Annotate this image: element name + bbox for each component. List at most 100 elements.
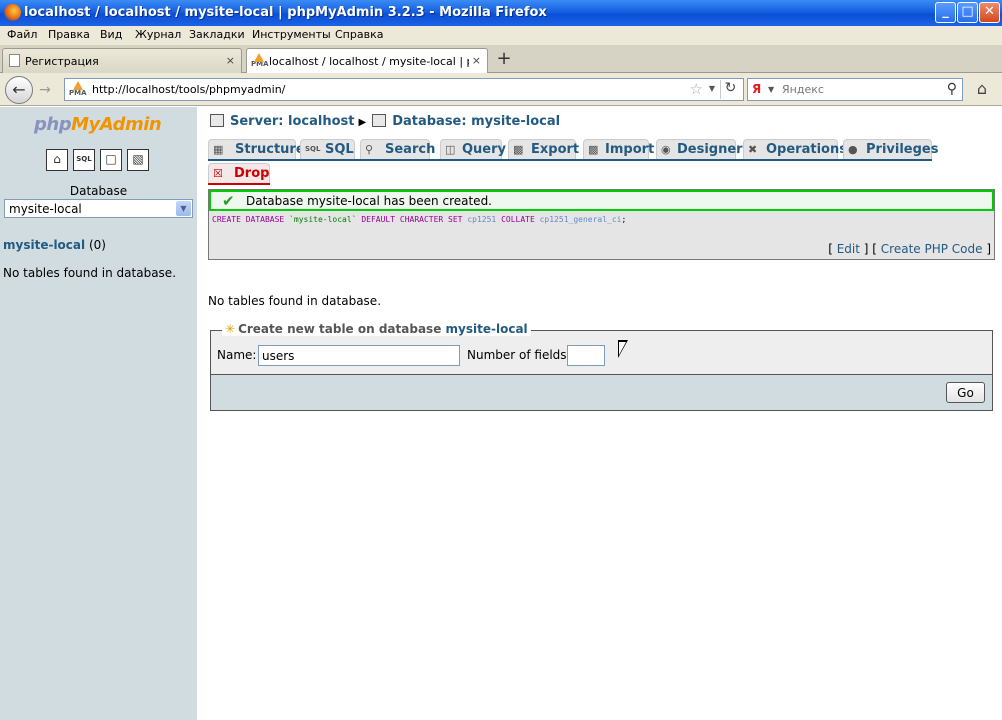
browser-tab-phpmyadmin[interactable]: PMA localhost / localhost / mysite-local… bbox=[246, 48, 488, 74]
tab-designer[interactable]: ◉ Designer bbox=[656, 139, 743, 160]
drop-icon: ☒ bbox=[213, 167, 223, 180]
no-tables-text: No tables found in database. bbox=[208, 294, 382, 308]
query-window-icon[interactable]: □ bbox=[100, 149, 122, 171]
tab-operations[interactable]: ✖ Operations bbox=[743, 139, 847, 160]
create-table-legend: ✳ Create new table on database mysite-loc… bbox=[222, 322, 531, 336]
create-table-fieldset: Name: Number of fields: ✳Create new tabl… bbox=[210, 322, 993, 411]
menu-history[interactable]: Журнал bbox=[135, 28, 181, 41]
table-name-input[interactable] bbox=[258, 345, 460, 366]
privileges-icon: ● bbox=[848, 143, 858, 156]
drop-underline bbox=[208, 183, 270, 185]
checkmark-icon: ✔ bbox=[222, 192, 235, 210]
tab-close-icon[interactable]: × bbox=[472, 54, 481, 67]
success-text: Database mysite-local has been created. bbox=[246, 194, 492, 208]
tab-underline bbox=[208, 159, 932, 161]
back-button[interactable]: ← bbox=[5, 76, 33, 104]
menu-view[interactable]: Вид bbox=[100, 28, 122, 41]
create-php-code-link[interactable]: Create PHP Code bbox=[881, 242, 983, 256]
legend-database: mysite-local bbox=[445, 322, 528, 336]
docs-icon[interactable]: ▧ bbox=[127, 149, 149, 171]
new-tab-button[interactable]: + bbox=[490, 49, 518, 72]
database-link-row: mysite-local (0) bbox=[3, 238, 106, 252]
tab-query[interactable]: ◫ Query bbox=[440, 139, 506, 160]
query-actions: [ Edit ] [ Create PHP Code ] bbox=[828, 242, 991, 256]
success-message: ✔ Database mysite-local has been created… bbox=[209, 190, 994, 211]
sql-tab-icon: SQL bbox=[305, 145, 321, 153]
main-frame: Server: localhost ▶ Database: mysite-local… bbox=[200, 107, 1002, 720]
home-button[interactable]: ⌂ bbox=[969, 78, 995, 101]
search-icon[interactable]: ⚲ bbox=[947, 81, 957, 97]
menu-edit[interactable]: Правка bbox=[48, 28, 90, 41]
create-table-footer: Go bbox=[211, 375, 992, 410]
breadcrumb-separator-icon: ▶ bbox=[358, 117, 367, 128]
structure-icon: ▦ bbox=[213, 143, 224, 156]
search-tab-icon: ⚲ bbox=[365, 143, 374, 156]
database-select[interactable]: mysite-local ▼ bbox=[4, 199, 193, 218]
tab-label: localhost / localhost / mysite-local | p… bbox=[269, 55, 469, 68]
breadcrumb: Server: localhost ▶ Database: mysite-local bbox=[210, 114, 560, 129]
menu-bar: Файл Правка Вид Журнал Закладки Инструме… bbox=[0, 26, 1002, 45]
create-table-body: Name: Number of fields: bbox=[211, 331, 992, 375]
import-icon: ▩ bbox=[588, 143, 599, 156]
window-title: localhost / localhost / mysite-local | p… bbox=[24, 5, 547, 20]
sql-icon[interactable]: SQL bbox=[73, 149, 95, 171]
operations-icon: ✖ bbox=[748, 143, 758, 156]
tab-close-icon[interactable]: × bbox=[226, 54, 235, 67]
close-window-button[interactable]: ✕ bbox=[979, 2, 1000, 23]
export-icon: ▩ bbox=[513, 143, 524, 156]
url-bar[interactable]: PMA http://localhost/tools/phpmyadmin/ ☆… bbox=[64, 78, 744, 101]
page-icon bbox=[9, 54, 20, 67]
pma-favicon-icon: PMA bbox=[251, 53, 269, 69]
search-engine-dropdown-icon[interactable]: ▼ bbox=[768, 85, 774, 94]
search-input[interactable] bbox=[782, 82, 932, 97]
history-dropdown-icon[interactable]: ▼ bbox=[709, 84, 715, 93]
tab-label: Регистрация bbox=[25, 55, 99, 68]
breadcrumb-database[interactable]: Database: mysite-local bbox=[392, 114, 560, 129]
designer-icon: ◉ bbox=[661, 143, 671, 156]
firefox-icon bbox=[4, 4, 21, 21]
menu-bookmarks[interactable]: Закладки bbox=[189, 28, 245, 41]
navigation-frame: phpMyAdmin ⌂ SQL □ ▧ Database mysite-loc… bbox=[0, 107, 197, 720]
name-label: Name: bbox=[217, 348, 257, 362]
mouse-cursor-icon bbox=[618, 340, 628, 358]
number-of-fields-input[interactable] bbox=[567, 345, 605, 366]
chevron-down-icon[interactable]: ▼ bbox=[176, 201, 191, 216]
bookmark-star-icon[interactable]: ☆ bbox=[690, 80, 703, 98]
browser-tab-bar: Регистрация × PMA localhost / localhost … bbox=[0, 45, 1002, 74]
fields-label: Number of fields: bbox=[467, 348, 571, 362]
sql-query-text: CREATE DATABASE `mysite-local` DEFAULT C… bbox=[212, 215, 627, 224]
menu-file[interactable]: Файл bbox=[7, 28, 37, 41]
menu-help[interactable]: Справка bbox=[335, 28, 383, 41]
forward-button[interactable]: → bbox=[34, 80, 56, 100]
search-bar[interactable]: Я ▼ ⚲ bbox=[747, 78, 963, 101]
tab-import[interactable]: ▩ Import bbox=[583, 139, 654, 160]
table-count: (0) bbox=[88, 238, 106, 252]
tab-privileges[interactable]: ● Privileges bbox=[843, 139, 938, 160]
browser-tab-registration[interactable]: Регистрация × bbox=[2, 48, 242, 73]
url-text[interactable]: http://localhost/tools/phpmyadmin/ bbox=[92, 83, 285, 96]
tab-drop[interactable]: ☒ Drop bbox=[208, 163, 270, 184]
reload-button[interactable]: ↻ bbox=[720, 80, 740, 99]
breadcrumb-server[interactable]: Server: localhost bbox=[230, 114, 354, 129]
tab-sql[interactable]: SQL SQL bbox=[300, 139, 355, 160]
sidebar-no-tables-text: No tables found in database. bbox=[3, 266, 177, 280]
site-icon: PMA bbox=[69, 81, 87, 99]
sql-result-box: ✔ Database mysite-local has been created… bbox=[208, 189, 995, 260]
tab-structure[interactable]: ▦ Structure bbox=[208, 139, 305, 160]
maximize-button[interactable]: □ bbox=[957, 2, 978, 23]
query-icon: ◫ bbox=[445, 143, 456, 156]
tab-export[interactable]: ▩ Export bbox=[508, 139, 579, 160]
window-titlebar: localhost / localhost / mysite-local | p… bbox=[0, 0, 1002, 26]
phpmyadmin-logo[interactable]: phpMyAdmin bbox=[34, 114, 162, 135]
new-table-icon: ✳ bbox=[225, 322, 236, 336]
edit-link[interactable]: Edit bbox=[837, 242, 860, 256]
server-icon bbox=[210, 114, 224, 127]
home-icon[interactable]: ⌂ bbox=[46, 149, 68, 171]
minimize-button[interactable]: _ bbox=[935, 2, 956, 23]
menu-tools[interactable]: Инструменты bbox=[252, 28, 331, 41]
database-link[interactable]: mysite-local bbox=[3, 238, 85, 252]
database-label: Database bbox=[69, 184, 128, 198]
yandex-icon[interactable]: Я bbox=[752, 82, 761, 96]
tab-search[interactable]: ⚲ Search bbox=[360, 139, 435, 160]
go-button[interactable]: Go bbox=[946, 382, 985, 403]
